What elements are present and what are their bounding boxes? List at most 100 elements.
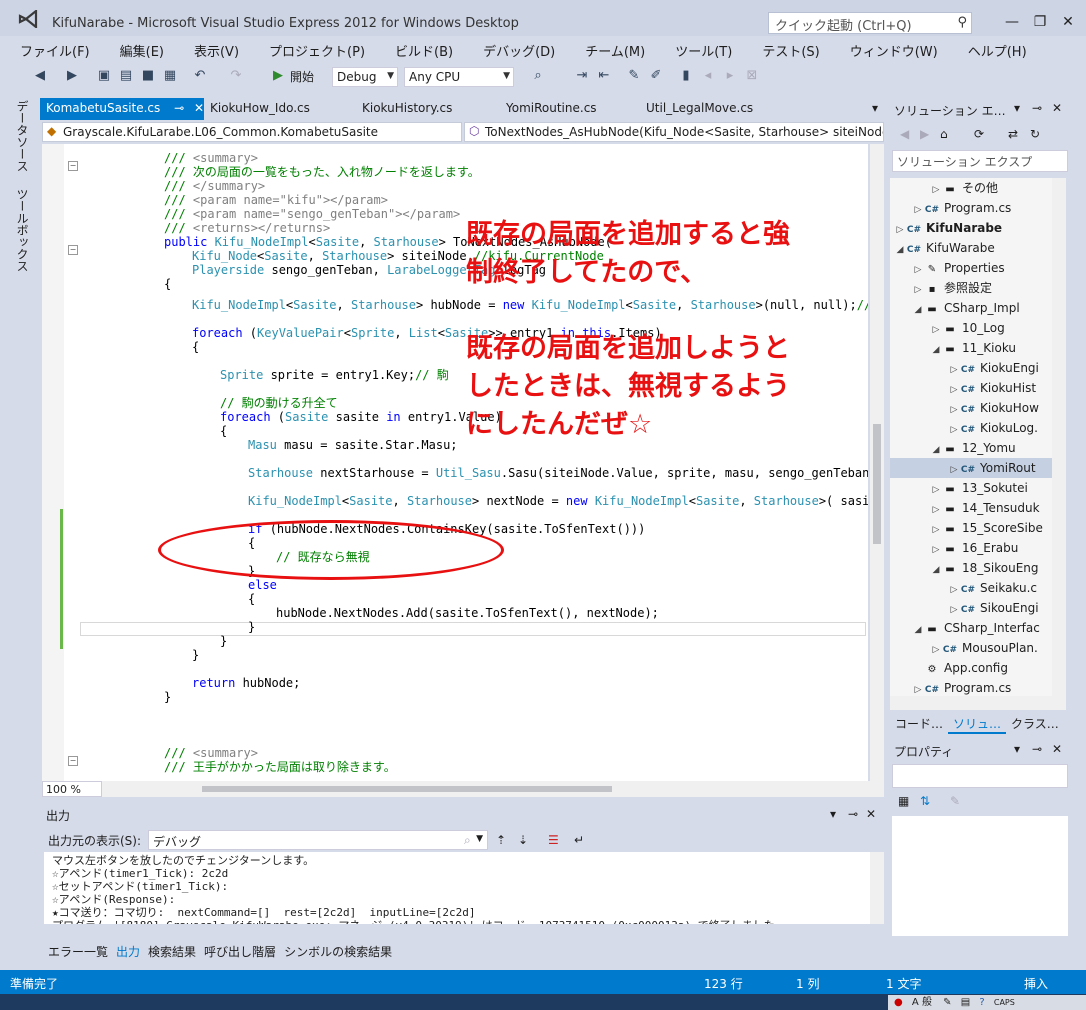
menu-help[interactable]: ヘルプ(H) xyxy=(948,38,1037,60)
tree-node[interactable]: ▷ ✎ Properties xyxy=(890,258,1052,278)
comment-icon[interactable]: ✎ xyxy=(626,68,642,84)
expander-icon[interactable]: ◢ xyxy=(912,300,924,320)
solution-horizontal-scrollbar[interactable] xyxy=(890,696,1066,710)
tab-call-hierarchy[interactable]: 呼び出し階層 xyxy=(200,940,280,962)
home-icon[interactable]: ⌂ xyxy=(940,127,948,141)
expander-icon[interactable]: ▷ xyxy=(930,180,942,200)
save-all-icon[interactable]: ▦ xyxy=(162,68,178,84)
expander-icon[interactable]: ◢ xyxy=(930,340,942,360)
wrench-icon[interactable]: ✎ xyxy=(950,794,960,808)
menu-edit[interactable]: 編集(E) xyxy=(100,38,174,60)
save-icon[interactable]: ■ xyxy=(140,68,156,84)
menu-debug[interactable]: デバッグ(D) xyxy=(463,38,565,60)
side-tab-toolbox[interactable]: ツールボックス xyxy=(14,188,31,272)
find-message-icon[interactable]: ⌕ xyxy=(464,833,471,848)
pin-icon[interactable]: ⊸ xyxy=(1032,742,1042,756)
expander-icon[interactable]: ▷ xyxy=(894,220,906,240)
tree-node[interactable]: ▷ C# KiokuLog. xyxy=(890,418,1052,438)
prev-message-icon[interactable]: ⇡ xyxy=(496,833,506,847)
tree-node[interactable]: ▷ C# YomiRout xyxy=(890,458,1052,478)
dropdown-icon[interactable]: ▾ xyxy=(1014,101,1020,115)
platform-select[interactable]: Any CPU ▼ xyxy=(404,67,514,87)
tree-node[interactable]: ▷ C# Seikaku.c xyxy=(890,578,1052,598)
collapse-icon[interactable]: − xyxy=(68,245,78,255)
dictionary-icon[interactable]: ▤ xyxy=(961,997,970,1008)
refresh-icon[interactable]: ↻ xyxy=(1030,127,1040,141)
tab-find-results[interactable]: 検索結果 xyxy=(144,940,200,962)
pin-icon[interactable]: ⊸ xyxy=(1032,101,1042,115)
tab-find-symbol-results[interactable]: シンボルの検索結果 xyxy=(280,940,396,962)
solution-vertical-scrollbar[interactable] xyxy=(1052,178,1066,696)
close-icon[interactable]: ✕ xyxy=(866,807,876,821)
tree-node[interactable]: ◢ ▬ 12_Yomu xyxy=(890,438,1052,458)
expander-icon[interactable]: ▷ xyxy=(912,680,924,696)
close-icon[interactable]: ✕ xyxy=(1052,101,1062,115)
outdent-icon[interactable]: ⇤ xyxy=(596,68,612,84)
tree-node[interactable]: ▷ C# Program.cs xyxy=(890,678,1052,696)
tree-node[interactable]: ▷ ▬ その他 xyxy=(890,178,1052,198)
tab-class-view[interactable]: クラス… xyxy=(1006,712,1064,734)
find-icon[interactable]: ⌕ xyxy=(530,68,546,84)
tree-node[interactable]: ◢ ▬ 11_Kioku xyxy=(890,338,1052,358)
solution-search-input[interactable]: ソリューション エクスプ xyxy=(892,150,1068,172)
back-icon[interactable]: ◀ xyxy=(32,68,48,84)
zoom-select[interactable]: 100 % xyxy=(42,781,102,797)
clear-bookmarks-icon[interactable]: ⊠ xyxy=(744,68,760,84)
expander-icon[interactable]: ▷ xyxy=(948,360,960,380)
horizontal-scroll-thumb[interactable] xyxy=(202,786,612,792)
tree-node[interactable]: ▷ ▪ 参照設定 xyxy=(890,278,1052,298)
switch-views-icon[interactable]: ⇄ xyxy=(1008,127,1018,141)
menu-build[interactable]: ビルド(B) xyxy=(375,38,463,60)
dropdown-icon[interactable]: ▾ xyxy=(1014,742,1020,756)
expander-icon[interactable]: ◢ xyxy=(930,560,942,580)
tree-node[interactable]: ▷ C# Program.cs xyxy=(890,198,1052,218)
tab-kiokuhow-ido[interactable]: KiokuHow_Ido.cs xyxy=(204,98,352,120)
expander-icon[interactable]: ▷ xyxy=(930,480,942,500)
pin-icon[interactable]: ⊸ xyxy=(174,101,184,115)
next-message-icon[interactable]: ⇣ xyxy=(518,833,528,847)
search-icon[interactable]: ⚲ xyxy=(957,15,967,30)
tree-node[interactable]: ▷ C# KiokuHow xyxy=(890,398,1052,418)
expander-icon[interactable]: ▷ xyxy=(948,580,960,600)
tree-node[interactable]: ◢ ▬ CSharp_Impl xyxy=(890,298,1052,318)
editor-vertical-scrollbar[interactable] xyxy=(870,144,884,781)
uncomment-icon[interactable]: ✐ xyxy=(648,68,664,84)
expander-icon[interactable]: ◢ xyxy=(894,240,906,260)
bookmark-icon[interactable]: ▮ xyxy=(678,68,694,84)
tree-node[interactable]: ▷ C# KiokuEngi xyxy=(890,358,1052,378)
configuration-select[interactable]: Debug ▼ xyxy=(332,67,398,87)
tree-node[interactable]: ▷ ▬ 16_Erabu xyxy=(890,538,1052,558)
ime-icon[interactable]: ● xyxy=(894,997,903,1008)
close-icon[interactable]: ✕ xyxy=(1054,12,1082,32)
expander-icon[interactable]: ▷ xyxy=(912,260,924,280)
close-icon[interactable]: ✕ xyxy=(1052,742,1062,756)
ime-mode[interactable]: A 般 xyxy=(912,997,932,1008)
tab-komabetusasite[interactable]: KomabetuSasite.cs ⊸ ✕ xyxy=(40,98,204,120)
tree-node[interactable]: ▷ ▬ 14_Tensuduk xyxy=(890,498,1052,518)
forward-icon[interactable]: ▶ xyxy=(920,127,929,141)
expander-icon[interactable]: ◢ xyxy=(930,440,942,460)
sync-icon[interactable]: ⟳ xyxy=(974,127,984,141)
tree-node[interactable]: ▷ C# KifuNarabe xyxy=(890,218,1052,238)
forward-icon[interactable]: ▶ xyxy=(64,68,80,84)
menu-team[interactable]: チーム(M) xyxy=(565,38,655,60)
menu-view[interactable]: 表示(V) xyxy=(174,38,249,60)
back-icon[interactable]: ◀ xyxy=(900,127,909,141)
close-icon[interactable]: ✕ xyxy=(194,101,204,115)
tab-error-list[interactable]: エラー一覧 xyxy=(44,940,112,962)
expander-icon[interactable]: ▷ xyxy=(948,600,960,620)
expander-icon[interactable]: ▷ xyxy=(948,380,960,400)
tab-kiokuhistory[interactable]: KiokuHistory.cs xyxy=(356,98,496,120)
output-vertical-scrollbar[interactable] xyxy=(870,852,884,924)
menu-file[interactable]: ファイル(F) xyxy=(0,38,100,60)
expander-icon[interactable]: ▷ xyxy=(930,500,942,520)
pin-icon[interactable]: ⊸ xyxy=(848,807,858,821)
menu-project[interactable]: プロジェクト(P) xyxy=(249,38,375,60)
expander-icon[interactable]: ▷ xyxy=(930,520,942,540)
menu-window[interactable]: ウィンドウ(W) xyxy=(830,38,948,60)
type-navigation-select[interactable]: ◆ Grayscale.KifuLarabe.L06_Common.Komabe… xyxy=(42,122,462,142)
minimize-icon[interactable]: — xyxy=(998,12,1026,32)
tree-node[interactable]: ◢ ▬ CSharp_Interfac xyxy=(890,618,1052,638)
tree-node[interactable]: ◢ C# KifuWarabe xyxy=(890,238,1052,258)
alphabetical-icon[interactable]: ⇅ xyxy=(920,794,930,808)
